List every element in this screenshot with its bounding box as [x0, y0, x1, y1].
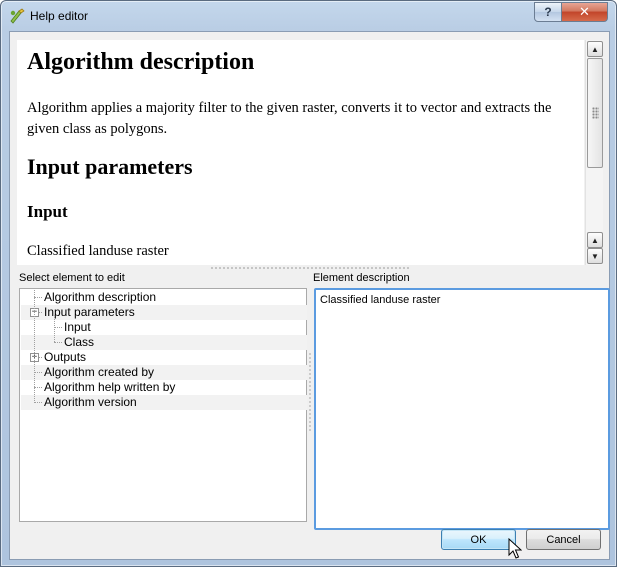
tree-connector-line	[34, 372, 42, 373]
window-title: Help editor	[30, 9, 89, 23]
tree-item[interactable]: Algorithm help written by	[21, 380, 307, 395]
tree-item-label: Algorithm version	[44, 395, 137, 409]
tree-item[interactable]: + Outputs	[21, 350, 307, 365]
tree-trunk-line	[34, 290, 35, 403]
cancel-button[interactable]: Cancel	[526, 529, 601, 550]
tree-item[interactable]: − Input parameters	[21, 305, 307, 320]
vertical-splitter-handle[interactable]	[308, 352, 312, 432]
tree-item-label: Algorithm description	[44, 290, 157, 304]
scroll-down-arrow-icon[interactable]: ▼	[587, 248, 603, 264]
tree-connector-line	[34, 402, 42, 403]
algorithm-description-text: Algorithm applies a majority filter to t…	[27, 100, 552, 137]
tree-connector-line	[34, 297, 42, 298]
help-editor-window: Help editor ? ✕ Algorithm description Al…	[0, 0, 617, 567]
heading-input-parameters: Input parameters	[27, 154, 193, 179]
tree-item-label: Input	[64, 320, 91, 334]
scrollbar-thumb[interactable]	[587, 58, 603, 168]
heading-algorithm-description: Algorithm description	[27, 49, 255, 75]
tree-item[interactable]: Class	[21, 335, 307, 350]
horizontal-splitter-handle[interactable]	[210, 266, 410, 270]
dialog-body: Algorithm description Algorithm applies …	[9, 31, 610, 560]
tree-item[interactable]: Algorithm created by	[21, 365, 307, 380]
element-description-field[interactable]: Classified landuse raster	[314, 288, 610, 530]
preview-scrollbar[interactable]: ▲ ▲ ▼	[585, 40, 603, 265]
grip-icon	[592, 107, 599, 119]
ok-button[interactable]: OK	[441, 529, 516, 550]
close-button[interactable]: ✕	[561, 2, 608, 22]
tree-connector-line	[34, 387, 42, 388]
tree-item-label: Input parameters	[44, 305, 135, 319]
element-tree[interactable]: Algorithm description − Input parameters In…	[19, 288, 307, 522]
help-button[interactable]: ?	[534, 2, 562, 22]
tree-branch-line	[54, 315, 55, 342]
tree-item-label: Algorithm created by	[44, 365, 155, 379]
tree-item[interactable]: Input	[21, 320, 307, 335]
heading-input: Input	[27, 202, 68, 221]
tree-item[interactable]: Algorithm version	[21, 395, 307, 410]
tree-item-label: Algorithm help written by	[44, 380, 176, 394]
scroll-up-arrow-icon[interactable]: ▲	[587, 41, 603, 57]
tree-item[interactable]: Algorithm description	[21, 290, 307, 305]
tree-item-label: Class	[64, 335, 95, 349]
qgis-app-icon	[10, 8, 25, 24]
tree-label: Select element to edit	[19, 272, 125, 284]
element-description-label: Element description	[313, 272, 410, 284]
tree-item-label: Outputs	[44, 350, 87, 364]
help-preview-pane[interactable]: Algorithm description Algorithm applies …	[17, 40, 584, 265]
title-bar[interactable]: Help editor ? ✕	[1, 1, 616, 31]
scroll-up-arrow-icon-lower[interactable]: ▲	[587, 232, 603, 248]
tree-connector-line	[54, 327, 62, 328]
mouse-pointer-icon	[508, 538, 522, 559]
input-description-text: Classified landuse raster	[27, 243, 169, 259]
tree-connector-line	[54, 342, 62, 343]
